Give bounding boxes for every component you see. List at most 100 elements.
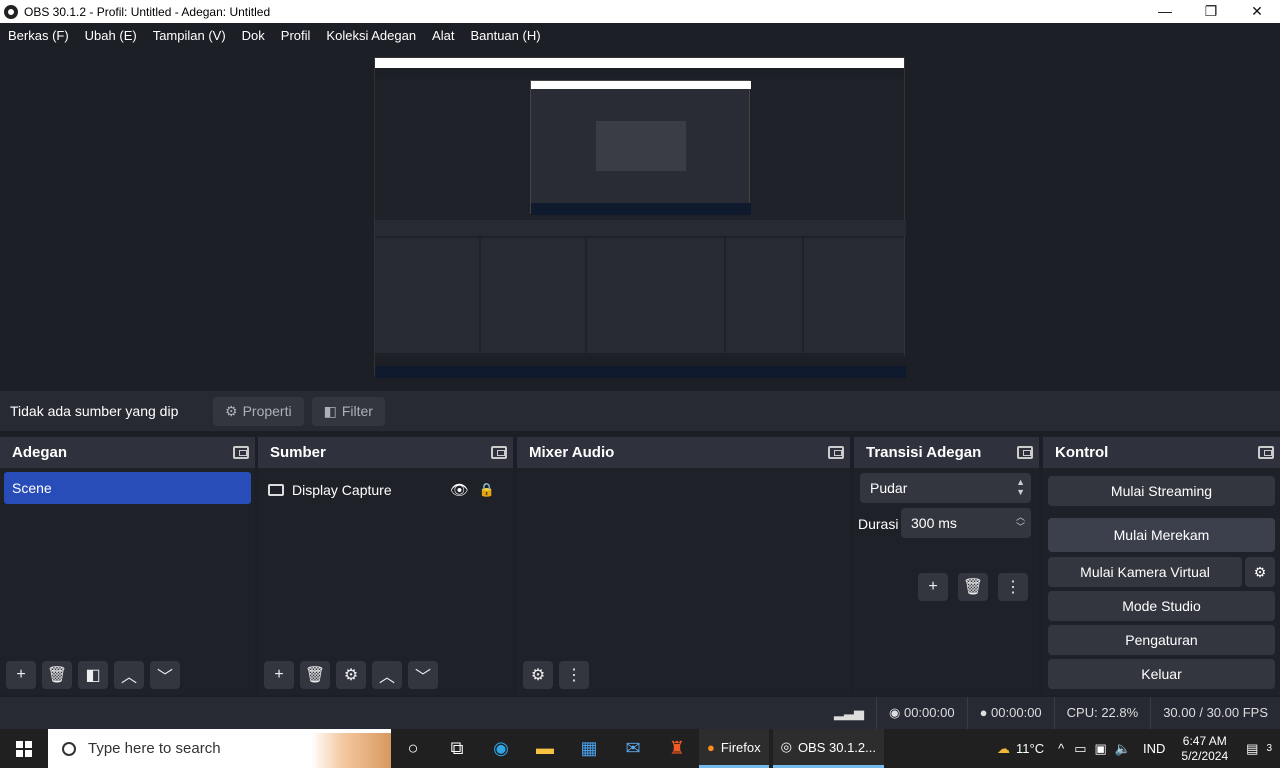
audio-mixer-dock: Mixer Audio ⚙ ⋮ <box>517 437 850 695</box>
source-label: Display Capture <box>292 482 392 498</box>
chevron-down-icon: ﹀ <box>414 669 431 686</box>
move-source-up-button[interactable]: ︿ <box>372 661 402 689</box>
clock-date: 5/2/2024 <box>1181 748 1229 763</box>
eye-icon[interactable]: 👁 <box>450 481 469 499</box>
volume-icon[interactable]: 🔈 <box>1115 741 1131 757</box>
stream-icon: ◉ <box>889 705 904 720</box>
obs-logo-icon <box>4 4 18 19</box>
notification-count: 3 <box>1266 743 1272 754</box>
transition-value: Pudar <box>870 480 908 496</box>
filter-label: Filter <box>341 403 373 419</box>
plus-icon: + <box>16 666 26 683</box>
kebab-menu-icon: ⋮ <box>1005 579 1021 596</box>
mixer-title: Mixer Audio <box>529 444 615 461</box>
undock-icon[interactable] <box>233 446 249 459</box>
language-indicator[interactable]: IND <box>1143 741 1165 756</box>
move-scene-down-button[interactable]: ﹀ <box>150 661 180 689</box>
taskbar-app-firefox[interactable]: ● Firefox <box>699 729 769 768</box>
scene-filters-button[interactable]: ◧ <box>78 661 108 689</box>
advanced-audio-button[interactable]: ⚙ <box>523 661 553 689</box>
close-button[interactable]: ✕ <box>1234 0 1280 23</box>
chevron-up-icon: ︿ <box>378 669 395 686</box>
exit-button[interactable]: Keluar <box>1048 659 1275 689</box>
menu-tools[interactable]: Alat <box>432 28 454 43</box>
controls-title: Kontrol <box>1055 444 1109 461</box>
move-scene-up-button[interactable]: ︿ <box>114 661 144 689</box>
record-icon: ● <box>979 705 992 720</box>
start-streaming-button[interactable]: Mulai Streaming <box>1048 476 1275 506</box>
title-bar: OBS 30.1.2 - Profil: Untitled - Adegan: … <box>0 0 1280 23</box>
search-highlight-image <box>311 733 391 768</box>
menu-scene-collection[interactable]: Koleksi Adegan <box>326 28 416 43</box>
start-button[interactable] <box>0 729 48 768</box>
undock-icon[interactable] <box>828 446 844 459</box>
menu-view[interactable]: Tampilan (V) <box>153 28 226 43</box>
undock-icon[interactable] <box>1258 446 1274 459</box>
network-icon[interactable]: ▣ <box>1095 741 1107 757</box>
windows-icon <box>16 740 32 757</box>
undock-icon[interactable] <box>1017 446 1033 459</box>
move-source-down-button[interactable]: ﹀ <box>408 661 438 689</box>
task-view-icon[interactable]: ⧉ <box>435 729 479 768</box>
properties-label: Properti <box>242 403 292 419</box>
studio-mode-button[interactable]: Mode Studio <box>1048 591 1275 621</box>
taskbar-app-obs[interactable]: ◎ OBS 30.1.2... <box>772 729 884 768</box>
filter-icon: ◧ <box>85 667 101 684</box>
menu-file[interactable]: Berkas (F) <box>8 28 69 43</box>
properties-button[interactable]: ⚙ Properti <box>213 396 304 426</box>
edge-icon[interactable]: ◉ <box>479 729 523 768</box>
transition-select[interactable]: Pudar ▲ ▼ <box>860 473 1031 503</box>
transitions-title: Transisi Adegan <box>866 444 982 461</box>
source-item[interactable]: Display Capture 👁 🔒 <box>268 478 503 502</box>
add-scene-button[interactable]: + <box>6 661 36 689</box>
scene-item[interactable]: Scene <box>4 472 251 504</box>
notification-icon[interactable]: ▤ <box>1246 741 1258 757</box>
duration-value: 300 ms <box>911 515 957 531</box>
lock-icon[interactable]: 🔒 <box>479 482 495 498</box>
filter-button[interactable]: ◧ Filter <box>311 396 385 426</box>
store-icon[interactable]: ▦ <box>567 729 611 768</box>
weather-temp[interactable]: 11°C <box>1016 741 1044 756</box>
weather-icon[interactable]: ☁ <box>997 741 1010 757</box>
search-placeholder: Type here to search <box>88 740 221 757</box>
record-time: 00:00:00 <box>991 705 1042 720</box>
start-recording-button[interactable]: Mulai Merekam <box>1048 518 1275 552</box>
transition-menu-button[interactable]: ⋮ <box>998 573 1028 601</box>
remove-scene-button[interactable]: 🗑 <box>42 661 72 689</box>
source-properties-button[interactable]: ⚙ <box>336 661 366 689</box>
menu-help[interactable]: Bantuan (H) <box>470 28 540 43</box>
taskbar-search[interactable]: Type here to search <box>48 729 391 768</box>
meet-now-icon[interactable]: ▭ <box>1074 741 1086 757</box>
mixer-menu-button[interactable]: ⋮ <box>559 661 589 689</box>
chevron-down-icon: ﹀ <box>156 669 173 686</box>
remove-source-button[interactable]: 🗑 <box>300 661 330 689</box>
mail-icon[interactable]: ✉ <box>611 729 655 768</box>
brave-icon[interactable]: ♜ <box>655 729 699 768</box>
gear-icon: ⚙ <box>225 402 238 419</box>
virtual-camera-button[interactable]: Mulai Kamera Virtual <box>1048 557 1242 587</box>
preview-area[interactable] <box>0 47 1280 387</box>
signal-icon: ▂▃▅ <box>834 705 864 720</box>
chevron-up-icon[interactable]: ^ <box>1058 741 1064 756</box>
virtual-camera-settings-button[interactable]: ⚙ <box>1245 557 1275 587</box>
undock-icon[interactable] <box>491 446 507 459</box>
menu-docks[interactable]: Dok <box>242 28 265 43</box>
add-source-button[interactable]: + <box>264 661 294 689</box>
minimize-button[interactable]: — <box>1142 0 1188 23</box>
cortana-icon[interactable]: ○ <box>391 729 435 768</box>
trash-icon: 🗑 <box>304 667 326 684</box>
stream-status: ◉ 00:00:00 <box>876 697 967 729</box>
sources-title: Sumber <box>270 444 326 461</box>
obs-icon: ◎ <box>780 739 792 754</box>
clock[interactable]: 6:47 AM 5/2/2024 <box>1169 734 1240 764</box>
menu-profile[interactable]: Profil <box>281 28 311 43</box>
duration-spinbox[interactable]: 300 ms ︿ ﹀ <box>901 508 1031 538</box>
menu-edit[interactable]: Ubah (E) <box>85 28 137 43</box>
plus-icon: + <box>928 578 938 595</box>
add-transition-button[interactable]: + <box>918 573 948 601</box>
settings-button[interactable]: Pengaturan <box>1048 625 1275 655</box>
file-explorer-icon[interactable]: ▬ <box>523 729 567 768</box>
maximize-button[interactable]: ❐ <box>1188 0 1234 23</box>
remove-transition-button[interactable]: 🗑 <box>958 573 988 601</box>
chevron-up-icon: ︿ <box>120 669 137 686</box>
